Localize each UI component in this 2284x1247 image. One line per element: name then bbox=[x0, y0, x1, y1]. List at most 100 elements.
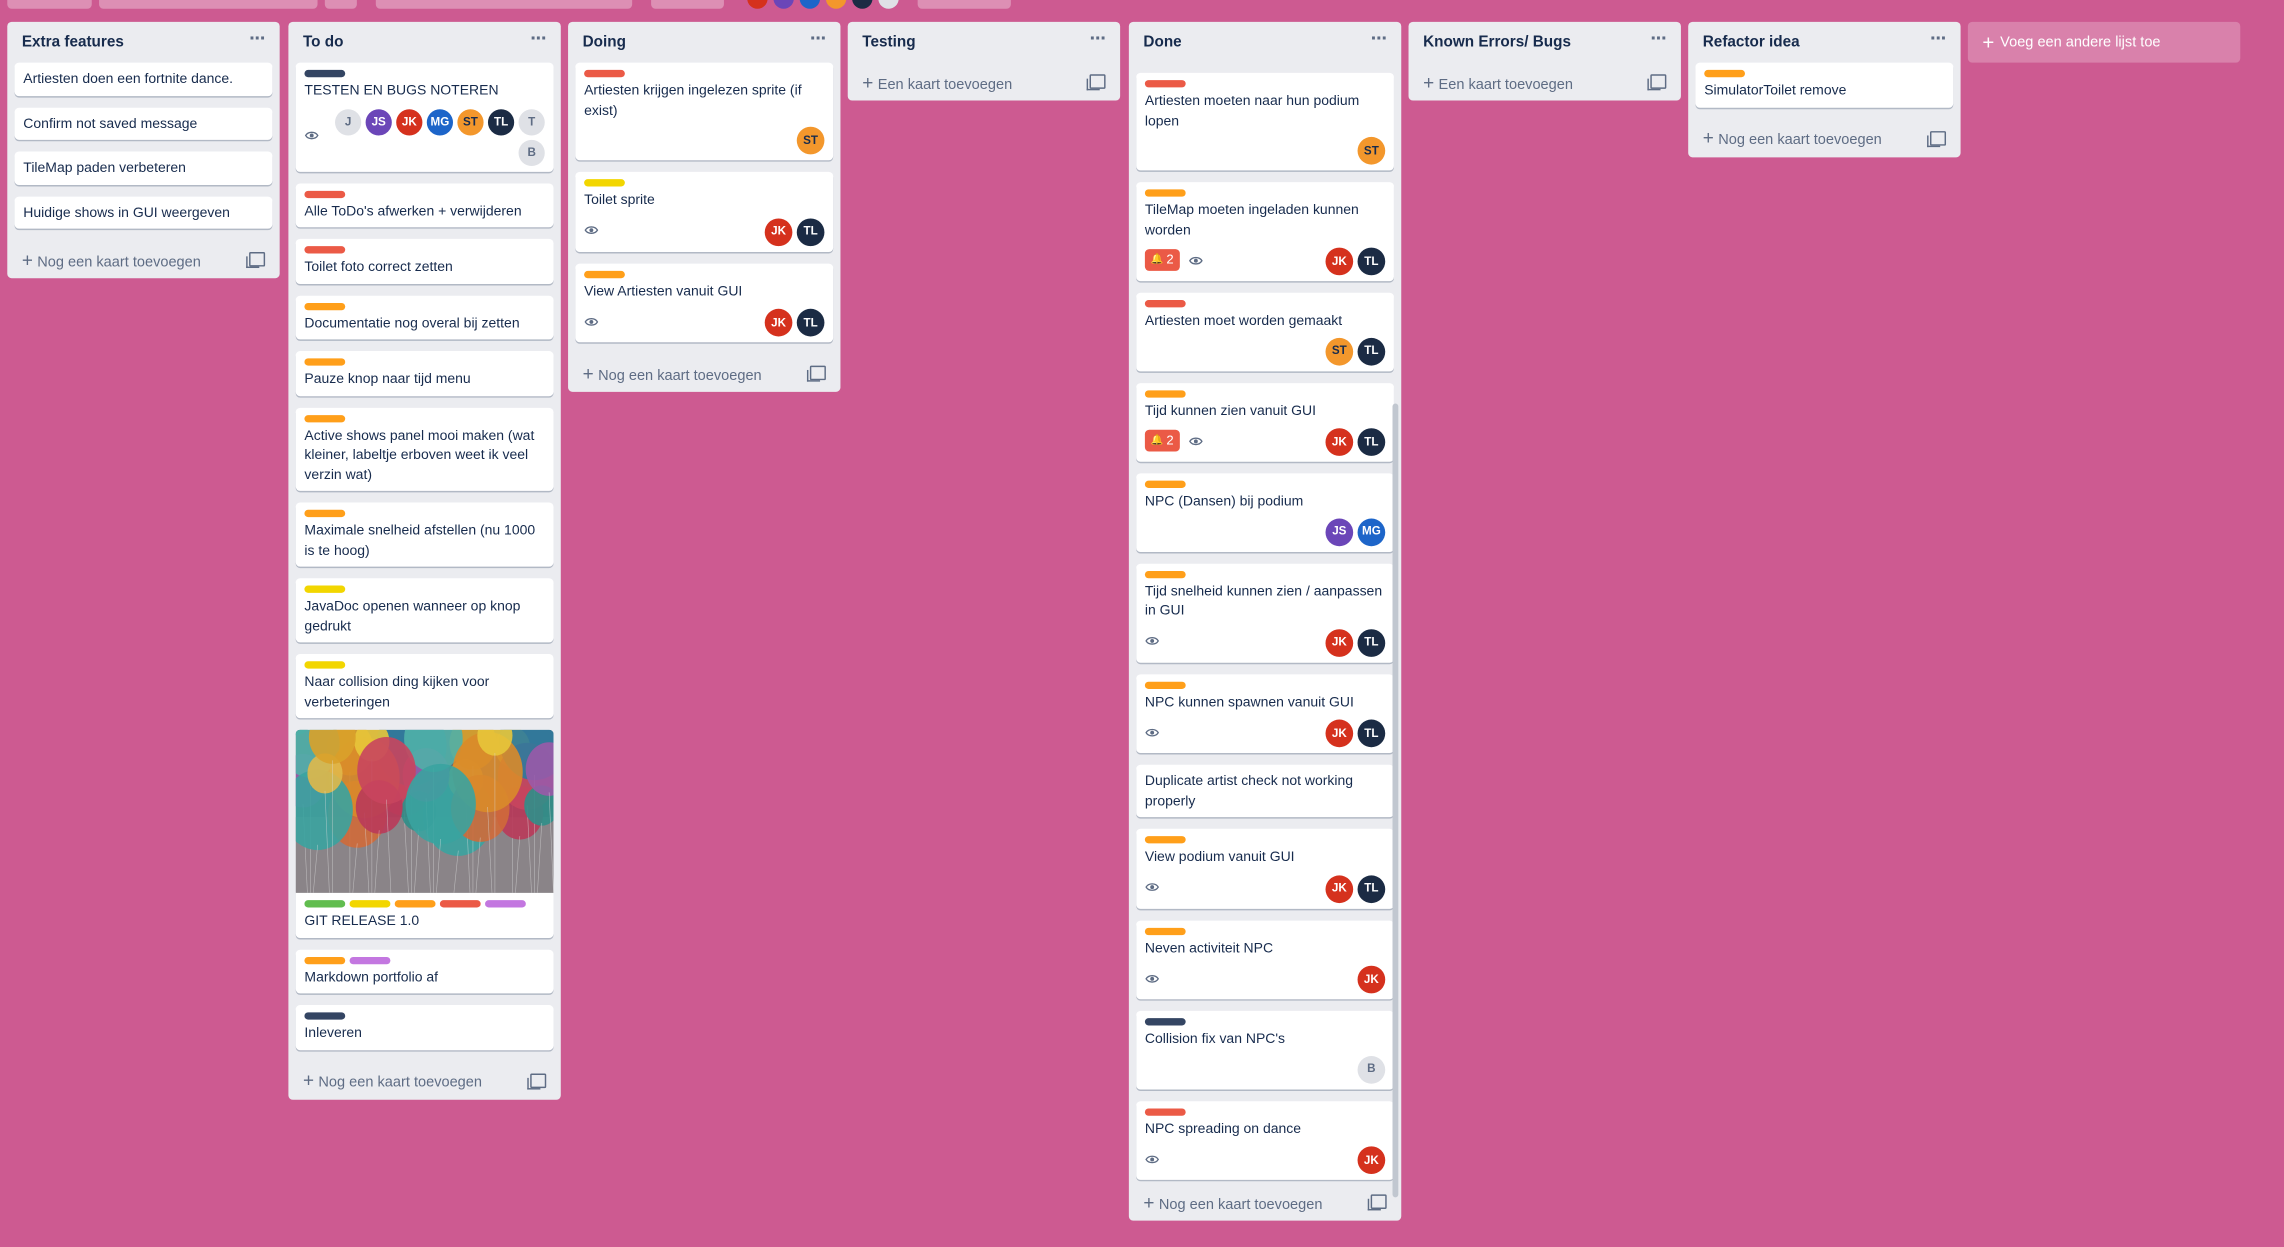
member-avatar[interactable]: JK bbox=[1325, 628, 1354, 657]
label-yellow[interactable] bbox=[349, 900, 391, 908]
board-title-button[interactable] bbox=[99, 0, 318, 9]
member-avatar[interactable]: JK bbox=[1357, 1146, 1386, 1175]
label-orange[interactable] bbox=[1144, 570, 1186, 578]
card-template-icon[interactable] bbox=[1367, 1194, 1387, 1211]
list-title[interactable]: Refactor idea bbox=[1703, 34, 1800, 51]
member-avatar[interactable]: TL bbox=[796, 217, 825, 246]
list-title[interactable]: To do bbox=[303, 34, 343, 51]
card[interactable]: Naar collision ding kijken voor verbeter… bbox=[295, 654, 554, 719]
label-orange[interactable] bbox=[1144, 389, 1186, 397]
add-card-button[interactable]: + Nog een kaart toevoegen bbox=[575, 354, 833, 392]
card[interactable]: Maximale snelheid afstellen (nu 1000 is … bbox=[295, 502, 554, 567]
label-red[interactable] bbox=[1144, 300, 1186, 308]
label-orange[interactable] bbox=[304, 414, 346, 422]
label-orange[interactable] bbox=[304, 956, 346, 964]
card[interactable]: NPC (Dansen) bij podium JS MG bbox=[1136, 473, 1394, 552]
card[interactable]: Tijd kunnen zien vanuit GUI 🔔 2 JK TL bbox=[1136, 382, 1394, 462]
team-button[interactable] bbox=[375, 0, 633, 9]
card-template-icon[interactable] bbox=[1086, 74, 1106, 91]
card[interactable]: Collision fix van NPC's B bbox=[1136, 1010, 1394, 1089]
label-orange[interactable] bbox=[1144, 189, 1186, 197]
member-avatar[interactable]: B bbox=[1357, 1055, 1386, 1083]
card[interactable]: Duplicate artist check not working prope… bbox=[1136, 764, 1394, 818]
label-yellow[interactable] bbox=[304, 585, 346, 593]
label-orange[interactable] bbox=[304, 358, 346, 366]
card[interactable]: Pauze knop naar tijd menu bbox=[295, 351, 554, 396]
card[interactable]: View podium vanuit GUI JK TL bbox=[1136, 828, 1394, 909]
label-red[interactable] bbox=[439, 900, 481, 908]
more-options-icon[interactable]: ··· bbox=[810, 28, 827, 54]
avatar[interactable] bbox=[825, 0, 847, 9]
label-navy[interactable] bbox=[1144, 1018, 1186, 1026]
card[interactable]: Tijd snelheid kunnen zien / aanpassen in… bbox=[1136, 562, 1394, 663]
card-template-icon[interactable] bbox=[1647, 74, 1667, 91]
member-avatar[interactable]: JK bbox=[1325, 874, 1354, 903]
label-orange[interactable] bbox=[1704, 69, 1746, 78]
label-red[interactable] bbox=[1144, 1107, 1186, 1116]
card-template-icon[interactable] bbox=[527, 1072, 547, 1089]
member-avatar[interactable]: TL bbox=[1357, 428, 1386, 456]
member-avatar[interactable]: T bbox=[518, 108, 545, 135]
list-title[interactable]: Doing bbox=[583, 34, 626, 51]
member-avatar[interactable]: JK bbox=[1325, 428, 1354, 456]
avatar[interactable] bbox=[852, 0, 873, 9]
card[interactable]: NPC kunnen spawnen vanuit GUI JK TL bbox=[1136, 673, 1394, 754]
card[interactable]: NPC spreading on dance JK bbox=[1136, 1100, 1394, 1180]
label-orange[interactable] bbox=[304, 509, 346, 518]
label-purple[interactable] bbox=[349, 956, 391, 964]
member-avatar[interactable]: TL bbox=[487, 108, 515, 135]
label-purple[interactable] bbox=[485, 900, 526, 908]
card[interactable]: JavaDoc openen wanneer op knop gedrukt bbox=[295, 578, 554, 643]
label-orange[interactable] bbox=[1144, 927, 1186, 935]
member-avatar[interactable]: TL bbox=[1357, 337, 1386, 365]
more-options-icon[interactable]: ··· bbox=[530, 28, 547, 54]
label-red[interactable] bbox=[304, 246, 346, 254]
more-options-icon[interactable]: ··· bbox=[1930, 28, 1947, 54]
member-avatar[interactable]: JK bbox=[764, 217, 793, 246]
more-options-icon[interactable]: ··· bbox=[1371, 28, 1388, 54]
list-title[interactable]: Extra features bbox=[22, 34, 124, 51]
add-card-button[interactable]: + Nog een kaart toevoegen bbox=[296, 1061, 554, 1099]
card[interactable]: Artiesten moet worden gemaakt ST TL bbox=[1136, 292, 1394, 371]
add-card-button[interactable]: + Nog een kaart toevoegen bbox=[1695, 119, 1953, 157]
member-avatar[interactable]: ST bbox=[796, 126, 825, 155]
label-green[interactable] bbox=[304, 900, 346, 908]
card[interactable]: Markdown portfolio af bbox=[295, 948, 554, 994]
label-orange[interactable] bbox=[584, 270, 625, 278]
label-orange[interactable] bbox=[1144, 480, 1186, 488]
card[interactable]: SimulatorToilet remove bbox=[1695, 62, 1954, 108]
card[interactable]: Artiesten krijgen ingelezen sprite (if e… bbox=[575, 62, 834, 161]
member-avatar[interactable]: ST bbox=[457, 108, 484, 135]
member-avatar[interactable]: ST bbox=[1325, 337, 1354, 365]
star-button[interactable] bbox=[324, 0, 357, 9]
member-avatar[interactable]: TL bbox=[1357, 628, 1386, 657]
avatar[interactable] bbox=[878, 0, 899, 9]
add-card-button[interactable]: + Nog een kaart toevoegen bbox=[1136, 1183, 1394, 1221]
member-avatar[interactable]: TL bbox=[1357, 247, 1386, 276]
label-red[interactable] bbox=[1144, 80, 1186, 88]
label-orange[interactable] bbox=[394, 900, 436, 908]
add-card-button[interactable]: + Een kaart toevoegen bbox=[855, 63, 1113, 101]
card[interactable]: TileMap moeten ingeladen kunnen worden 🔔 2… bbox=[1136, 182, 1394, 282]
add-card-button[interactable]: + Een kaart toevoegen bbox=[1416, 63, 1674, 101]
member-avatar[interactable]: JS bbox=[365, 108, 392, 135]
label-red[interactable] bbox=[304, 190, 346, 198]
card[interactable]: Documentatie nog overal bij zetten bbox=[295, 294, 554, 340]
card-template-icon[interactable] bbox=[806, 365, 826, 382]
boards-button[interactable] bbox=[7, 0, 92, 9]
member-avatar[interactable]: JK bbox=[1357, 965, 1386, 994]
member-avatar[interactable]: TL bbox=[1357, 874, 1386, 903]
card-template-icon[interactable] bbox=[1927, 130, 1947, 147]
list-title[interactable]: Testing bbox=[862, 34, 915, 51]
card[interactable]: Artiesten moeten naar hun podium lopen ST bbox=[1136, 72, 1394, 171]
more-options-icon[interactable]: ··· bbox=[1650, 28, 1667, 54]
add-card-button[interactable]: + Nog een kaart toevoegen bbox=[15, 240, 273, 278]
more-options-icon[interactable]: ··· bbox=[1090, 28, 1107, 54]
card[interactable]: TileMap paden verbeteren bbox=[14, 151, 273, 185]
card[interactable]: Toilet sprite JK TL bbox=[575, 171, 834, 252]
label-orange[interactable] bbox=[1144, 836, 1186, 844]
member-avatar[interactable]: J bbox=[335, 108, 362, 135]
avatar[interactable] bbox=[747, 0, 768, 9]
card[interactable]: Toilet foto correct zetten bbox=[295, 238, 554, 284]
add-list-button[interactable]: + Voeg een andere lijst toe bbox=[1967, 21, 2241, 63]
